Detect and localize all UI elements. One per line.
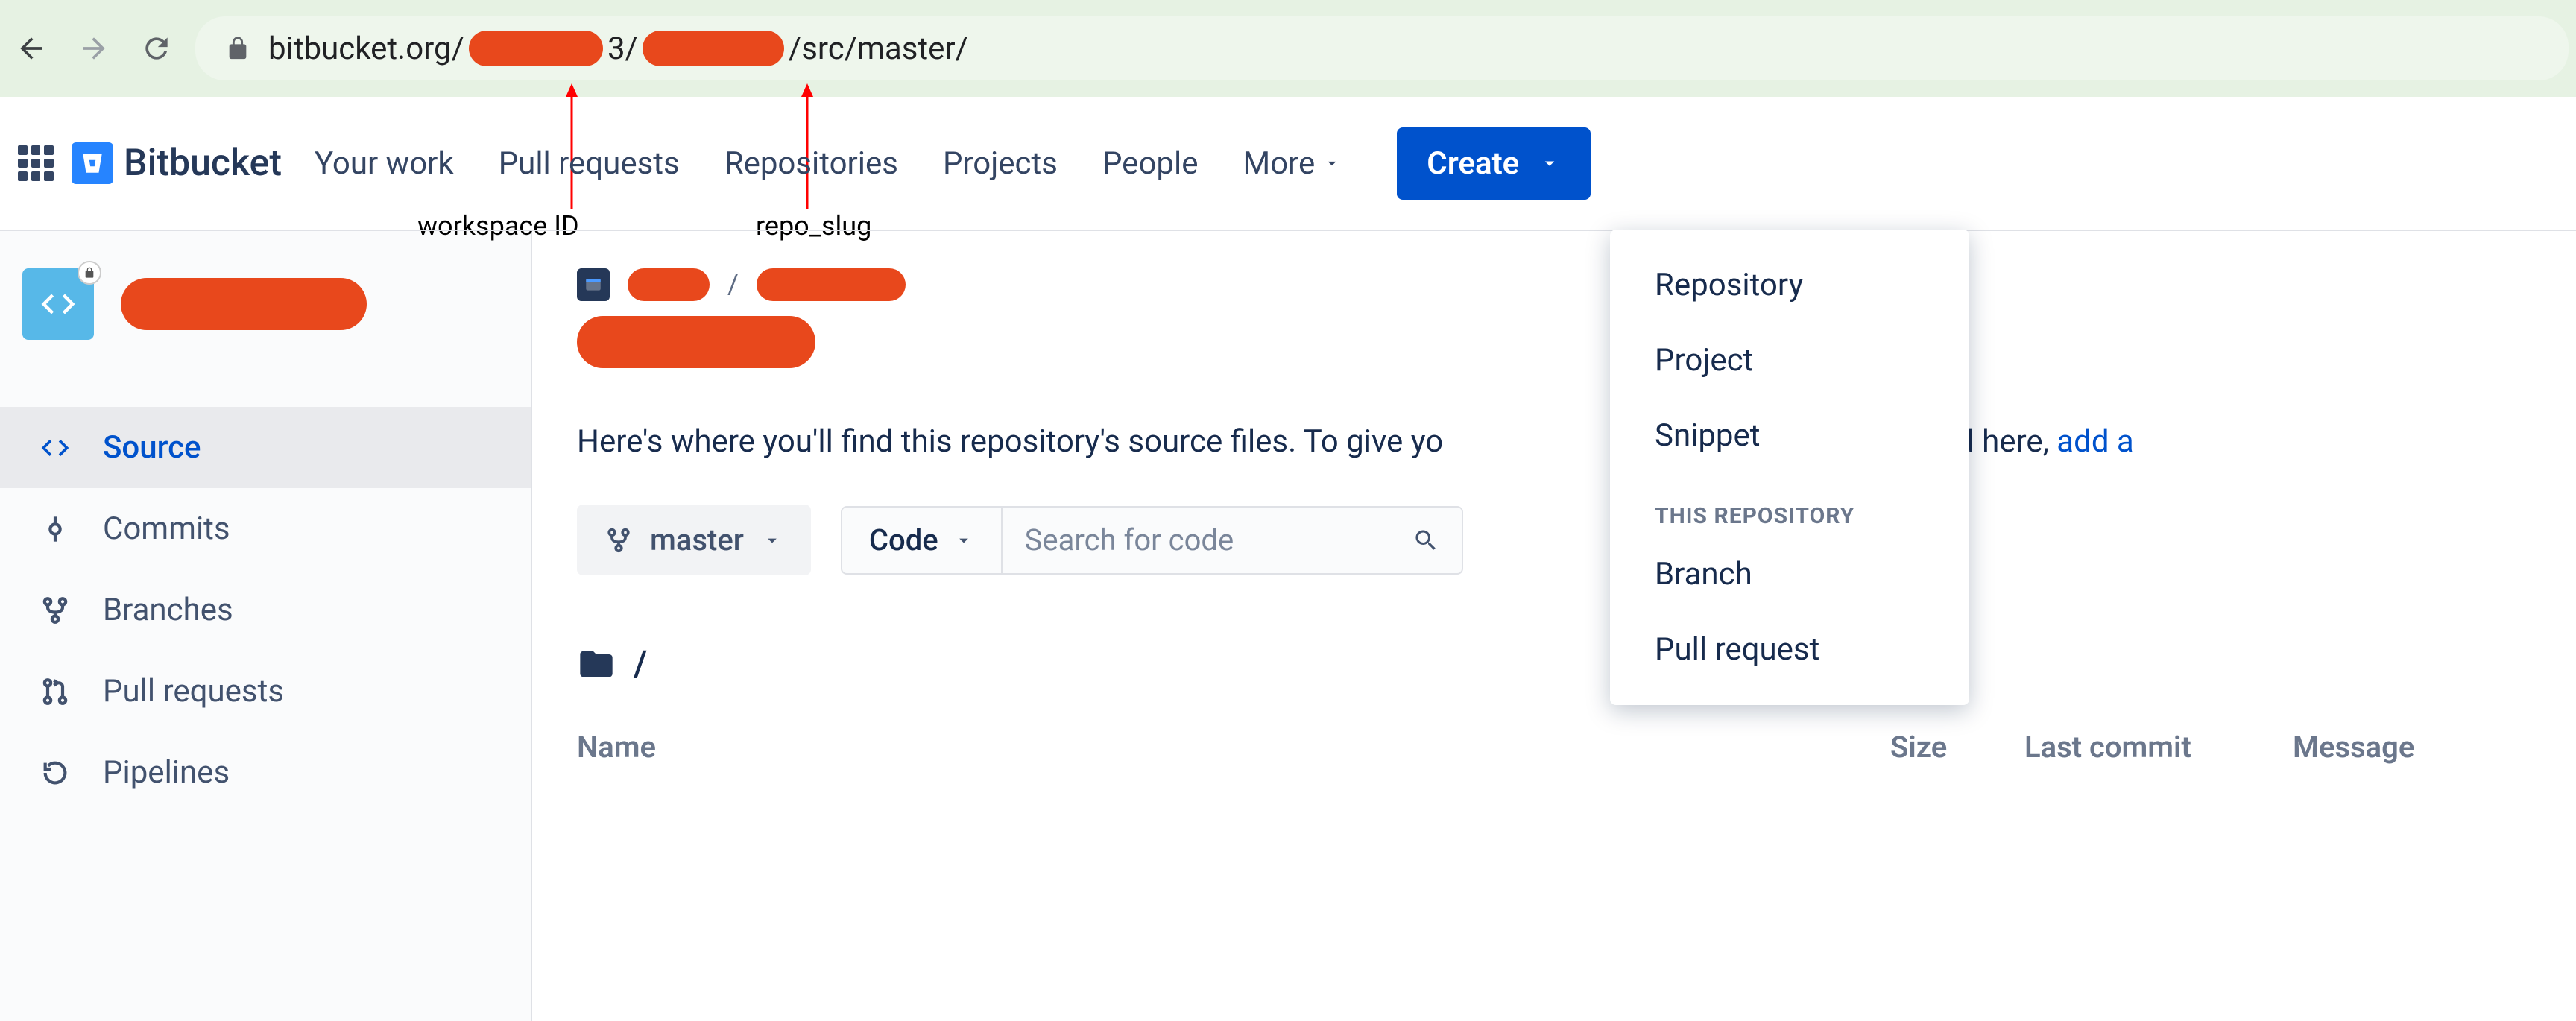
pull-request-icon xyxy=(37,674,73,709)
folder-icon xyxy=(577,645,616,683)
dropdown-branch[interactable]: Branch xyxy=(1610,537,1969,612)
forward-button[interactable] xyxy=(78,32,110,65)
repo-header xyxy=(0,231,531,377)
nav-people[interactable]: People xyxy=(1102,145,1199,182)
sidebar-item-pipelines[interactable]: Pipelines xyxy=(0,732,531,813)
branch-label: master xyxy=(650,522,744,557)
redacted-repo-title xyxy=(577,316,815,368)
dropdown-snippet[interactable]: Snippet xyxy=(1610,398,1969,473)
top-nav: Bitbucket Your work Pull requests Reposi… xyxy=(0,97,2576,231)
bitbucket-icon xyxy=(80,151,105,176)
dropdown-heading: THIS REPOSITORY xyxy=(1610,473,1969,537)
code-search-group: Code xyxy=(841,506,1463,575)
dropdown-project[interactable]: Project xyxy=(1610,323,1969,398)
code-label: Code xyxy=(869,522,938,557)
breadcrumb-sep: / xyxy=(727,269,739,300)
code-icon xyxy=(38,284,78,324)
nav-repositories[interactable]: Repositories xyxy=(724,145,898,182)
redacted-repo-name xyxy=(121,278,367,330)
branches-icon xyxy=(37,592,73,628)
arrow-left-icon xyxy=(15,32,48,65)
arrow-right-icon xyxy=(78,32,110,65)
code-search-input[interactable] xyxy=(1003,522,1390,557)
desc-lead: Here's where you'll find this repository… xyxy=(577,423,1443,460)
breadcrumb: / xyxy=(577,268,2531,301)
path-sep: / xyxy=(634,642,647,685)
path-row: / xyxy=(577,642,2531,685)
chevron-down-icon xyxy=(1538,152,1561,174)
url-suffix: /src/master/ xyxy=(789,31,968,67)
nav-pull-requests[interactable]: Pull requests xyxy=(499,145,680,182)
search-icon[interactable] xyxy=(1390,527,1462,554)
create-label: Create xyxy=(1427,145,1519,182)
col-size[interactable]: Size xyxy=(1890,730,2024,765)
url-mid: 3/ xyxy=(607,31,638,67)
dropdown-repository[interactable]: Repository xyxy=(1610,247,1969,323)
sidebar-item-source[interactable]: Source xyxy=(0,407,531,488)
branch-icon xyxy=(605,527,632,554)
breadcrumb-icon xyxy=(577,268,610,301)
redacted-repo xyxy=(643,31,784,66)
source-toolbar: master Code xyxy=(577,505,2531,575)
lock-icon xyxy=(225,36,250,61)
code-dropdown[interactable]: Code xyxy=(842,508,1003,573)
nav-projects[interactable]: Projects xyxy=(943,145,1058,182)
content: Source Commits Branches Pull requests xyxy=(0,231,2576,1021)
dropdown-pull-request[interactable]: Pull request xyxy=(1610,612,1969,687)
bitbucket-logo[interactable]: Bitbucket xyxy=(72,142,282,185)
sidebar: Source Commits Branches Pull requests xyxy=(0,231,532,1021)
create-button[interactable]: Create xyxy=(1397,127,1591,200)
reload-button[interactable] xyxy=(140,32,173,65)
create-dropdown: Repository Project Snippet THIS REPOSITO… xyxy=(1610,230,1969,705)
sidebar-item-label: Branches xyxy=(103,592,233,628)
back-button[interactable] xyxy=(15,32,48,65)
browser-nav-buttons xyxy=(7,32,173,65)
nav-your-work[interactable]: Your work xyxy=(315,145,454,182)
redacted-workspace-bc[interactable] xyxy=(628,268,710,301)
reload-icon xyxy=(140,32,173,65)
address-bar[interactable]: bitbucket.org/ 3/ /src/master/ xyxy=(195,16,2569,80)
col-last-commit[interactable]: Last commit xyxy=(2024,730,2293,765)
chevron-down-icon xyxy=(762,530,783,551)
col-name[interactable]: Name xyxy=(577,730,1890,765)
branch-selector[interactable]: master xyxy=(577,505,811,575)
pipelines-icon xyxy=(37,755,73,791)
sidebar-item-label: Pull requests xyxy=(103,673,284,709)
commits-icon xyxy=(37,511,73,547)
app-switcher-icon[interactable] xyxy=(18,145,54,181)
sidebar-item-branches[interactable]: Branches xyxy=(0,569,531,651)
file-table-header: Name Size Last commit Message xyxy=(577,730,2531,780)
lock-badge-icon xyxy=(78,261,101,285)
sidebar-list: Source Commits Branches Pull requests xyxy=(0,377,531,843)
main: / Here's where you'll find this reposito… xyxy=(532,231,2576,1021)
repo-description: Here's where you'll find this repository… xyxy=(577,423,2531,460)
sidebar-item-pull-requests[interactable]: Pull requests xyxy=(0,651,531,732)
brand-text: Bitbucket xyxy=(124,142,282,185)
url-prefix: bitbucket.org/ xyxy=(268,31,464,67)
chevron-down-icon xyxy=(1322,154,1342,173)
nav-more-label: More xyxy=(1243,145,1315,182)
col-message[interactable]: Message xyxy=(2293,730,2531,765)
redacted-workspace xyxy=(469,31,603,66)
nav-items: Your work Pull requests Repositories Pro… xyxy=(315,145,1342,182)
add-readme-link[interactable]: add a xyxy=(2056,423,2133,460)
sidebar-item-label: Source xyxy=(103,429,201,466)
repo-avatar[interactable] xyxy=(22,268,94,340)
redacted-repo-bc[interactable] xyxy=(757,268,906,301)
url-text: bitbucket.org/ 3/ /src/master/ xyxy=(268,31,968,67)
chevron-down-icon xyxy=(953,530,974,551)
nav-more[interactable]: More xyxy=(1243,145,1342,182)
browser-chrome: bitbucket.org/ 3/ /src/master/ xyxy=(0,0,2576,97)
sidebar-item-label: Pipelines xyxy=(103,754,230,791)
bitbucket-logo-mark xyxy=(72,142,113,184)
sidebar-item-label: Commits xyxy=(103,510,230,547)
sidebar-item-commits[interactable]: Commits xyxy=(0,488,531,569)
source-icon xyxy=(37,430,73,466)
